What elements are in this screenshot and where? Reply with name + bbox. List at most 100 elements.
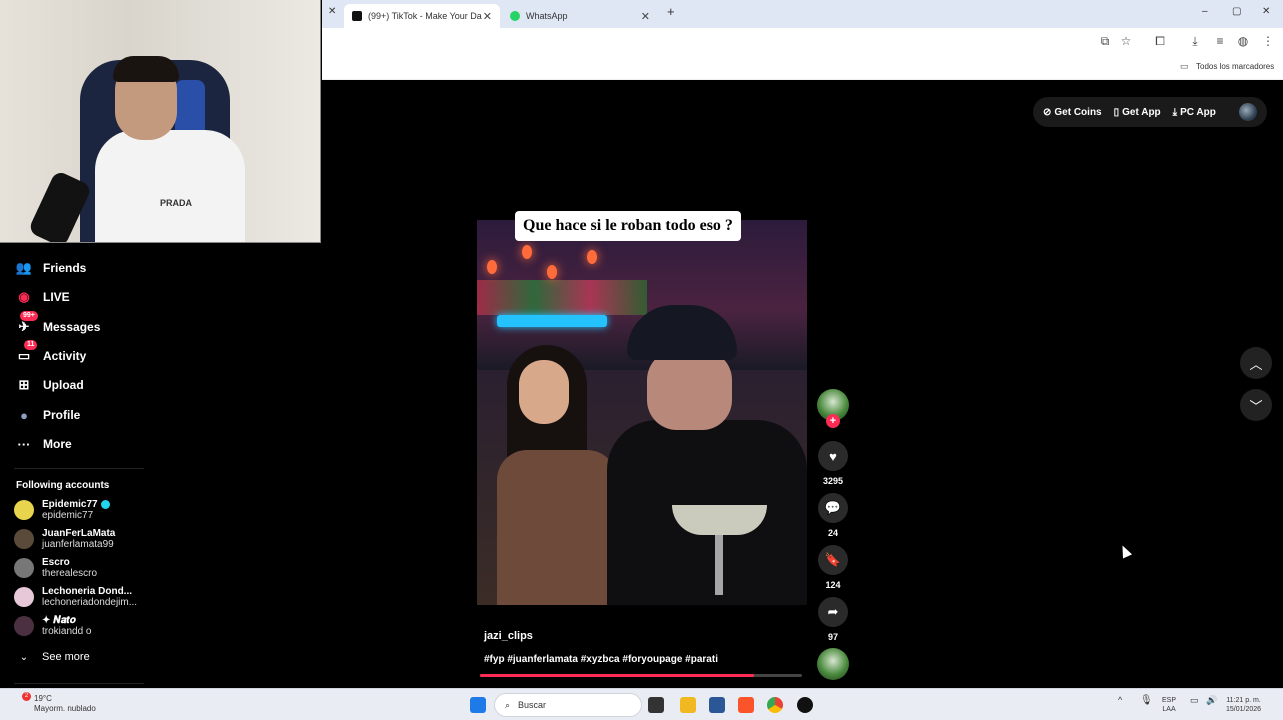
- account-handle: trokiandd o: [42, 626, 92, 637]
- windows-start-icon[interactable]: [470, 697, 486, 713]
- following-account[interactable]: ✦ 𝑵𝒂𝒕𝒐 trokiandd o: [14, 615, 91, 637]
- sidebar-item-activity[interactable]: ▭ 11 Activity: [14, 340, 87, 368]
- like-action[interactable]: ♥ 3295: [818, 441, 848, 486]
- maximize-button[interactable]: ▢: [1232, 6, 1241, 17]
- minimize-button[interactable]: –: [1202, 6, 1208, 17]
- pc-app-button[interactable]: ⤓ PC App: [1173, 107, 1216, 118]
- language-indicator[interactable]: ESP LAA: [1162, 696, 1176, 714]
- comment-icon[interactable]: 💬: [818, 493, 848, 523]
- top-actions: ⊘ Get Coins ▯ Get App ⤓ PC App: [1033, 97, 1267, 127]
- store-icon[interactable]: [709, 697, 725, 713]
- video-plants: [477, 280, 647, 315]
- all-bookmarks-link[interactable]: Todos los marcadores: [1196, 62, 1274, 71]
- video-progress-fill: [480, 674, 754, 677]
- chrome-icon[interactable]: [767, 697, 783, 713]
- get-app-button[interactable]: ▯ Get App: [1114, 107, 1161, 118]
- music-disc[interactable]: [817, 648, 849, 680]
- video-progress-bar[interactable]: [480, 674, 802, 677]
- sidebar-item-label: Activity: [43, 349, 87, 363]
- following-account[interactable]: Epidemic77 epidemic77: [14, 499, 110, 521]
- lamp: [522, 245, 532, 259]
- sidebar-item-upload[interactable]: ⊞ Upload: [14, 373, 84, 397]
- task-view-icon[interactable]: [648, 697, 664, 713]
- sidebar-item-label: Friends: [43, 261, 87, 275]
- following-account[interactable]: Escro therealescro: [14, 557, 97, 579]
- activity-badge: 11: [24, 340, 38, 350]
- person-torso: [95, 130, 245, 242]
- comment-action[interactable]: 💬 24: [818, 493, 848, 538]
- friends-icon: 👥: [15, 260, 33, 275]
- mouse-cursor: [1117, 543, 1133, 559]
- account-icon[interactable]: ◍: [1236, 34, 1250, 48]
- see-more-label: See more: [42, 651, 90, 663]
- close-prev-tab-icon[interactable]: ✕: [328, 6, 336, 17]
- app-icon[interactable]: [797, 697, 813, 713]
- menu-icon[interactable]: ⋮: [1261, 34, 1275, 48]
- microphone-icon[interactable]: 🎙: [1140, 696, 1153, 706]
- new-tab-button[interactable]: +: [667, 4, 675, 19]
- avatar: [14, 558, 34, 578]
- browser-tab-bar: ✕ (99+) TikTok - Make Your Da ✕ WhatsApp…: [322, 0, 1283, 28]
- following-account[interactable]: JuanFerLaMata juanferlamata99: [14, 528, 115, 550]
- close-window-button[interactable]: ✕: [1262, 6, 1270, 17]
- share-icon[interactable]: ➦: [818, 597, 848, 627]
- sidebar-item-more[interactable]: ··· More: [14, 432, 72, 456]
- network-icon[interactable]: ▭: [1190, 696, 1199, 705]
- following-account[interactable]: Lechoneria Dond... lechoneriadondejim...: [14, 586, 137, 608]
- divider: [14, 468, 144, 469]
- sidebar-item-messages[interactable]: ✈ 99+ Messages: [14, 311, 100, 339]
- video-hashtags[interactable]: #fyp #juanferlamata #xyzbca #foryoupage …: [484, 654, 718, 665]
- file-explorer-icon[interactable]: [680, 697, 696, 713]
- weather-desc: Mayorm. nublado: [34, 704, 96, 713]
- clock[interactable]: 11:21 p. m. 15/01/2026: [1226, 696, 1261, 714]
- shirt-logo: PRADA: [160, 198, 193, 208]
- tab-label: WhatsApp: [526, 11, 568, 21]
- user-avatar[interactable]: [1239, 103, 1257, 121]
- tab-tiktok[interactable]: (99+) TikTok - Make Your Da ✕: [344, 4, 500, 28]
- sidebar-item-friends[interactable]: 👥 Friends: [14, 256, 86, 280]
- person-hair: [113, 56, 179, 82]
- extensions-icon[interactable]: ⧠: [1153, 34, 1167, 49]
- volume-icon[interactable]: 🔊: [1206, 696, 1217, 705]
- media-icon[interactable]: ≡: [1213, 34, 1227, 48]
- bookmark-icon[interactable]: 🔖: [818, 545, 848, 575]
- tab-whatsapp[interactable]: WhatsApp ✕: [502, 4, 658, 28]
- messages-glyph: ✈: [18, 319, 30, 334]
- sidebar-item-profile[interactable]: ● Profile: [14, 403, 80, 427]
- avatar: [14, 500, 34, 520]
- get-coins-button[interactable]: ⊘ Get Coins: [1043, 107, 1102, 118]
- more-icon: ···: [17, 436, 31, 452]
- brave-icon[interactable]: [738, 697, 754, 713]
- account-name: Epidemic77: [42, 499, 98, 510]
- bookmark-star-icon[interactable]: ☆: [1119, 34, 1133, 48]
- sidebar-item-label: Profile: [43, 408, 81, 422]
- account-handle: lechoneriadondejim...: [42, 597, 138, 608]
- save-count: 124: [825, 580, 841, 590]
- close-tab-icon[interactable]: ✕: [483, 10, 492, 23]
- video-author[interactable]: jazi_clips: [484, 630, 533, 642]
- windows-taskbar: 2 19°C Mayorm. nublado ⌕ Buscar ^ 🎙 ESP …: [0, 688, 1283, 720]
- weather-widget[interactable]: 2 19°C Mayorm. nublado: [12, 692, 96, 714]
- account-name: Escro: [42, 557, 70, 568]
- account-handle: epidemic77: [42, 510, 94, 521]
- save-action[interactable]: 🔖 124: [818, 545, 848, 590]
- video-person-body: [497, 450, 617, 605]
- see-more-button[interactable]: ⌄ See more: [18, 645, 90, 669]
- previous-video-button[interactable]: ︿: [1240, 347, 1272, 379]
- taskbar-search[interactable]: ⌕ Buscar: [494, 693, 642, 717]
- verified-icon: [100, 499, 110, 509]
- download-icon[interactable]: ⤓: [1188, 34, 1202, 49]
- next-video-button[interactable]: ﹀: [1240, 389, 1272, 421]
- follow-button[interactable]: +: [826, 414, 840, 428]
- avatar: [14, 616, 34, 636]
- sidebar-item-label: More: [43, 437, 72, 451]
- install-icon[interactable]: ⧉: [1098, 34, 1112, 49]
- share-action[interactable]: ➦ 97: [818, 597, 848, 642]
- tiktok-icon: [352, 11, 362, 21]
- tray-chevron-icon[interactable]: ^: [1118, 696, 1122, 705]
- close-tab-icon[interactable]: ✕: [641, 10, 650, 23]
- pc-app-label: PC App: [1180, 106, 1216, 118]
- sidebar-item-live[interactable]: ◉ LIVE: [14, 285, 69, 309]
- heart-icon[interactable]: ♥: [818, 441, 848, 471]
- video-player[interactable]: [477, 220, 807, 605]
